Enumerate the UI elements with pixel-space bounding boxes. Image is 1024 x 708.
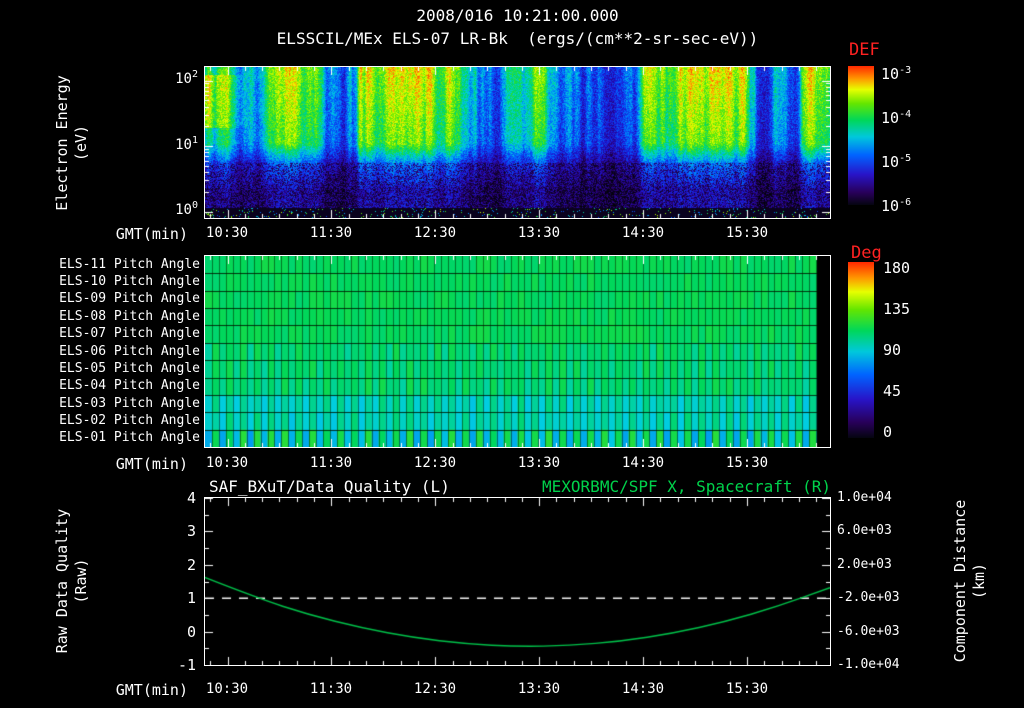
right-y-tick: 6.0e+03: [837, 523, 892, 538]
deg-tick: 135: [883, 300, 911, 318]
pitch-row-label: ELS-07 Pitch Angle: [59, 326, 200, 341]
pitch-angle-canvas: [205, 256, 830, 447]
deg-tick: 0: [883, 423, 893, 441]
x-tick: 10:30: [205, 681, 249, 697]
tick-base: 10: [175, 71, 192, 87]
tick-base: 10: [881, 197, 900, 215]
x-tick: 15:30: [725, 225, 769, 241]
pitch-row-label: ELS-03 Pitch Angle: [59, 396, 200, 411]
left-y-tick: 1: [186, 589, 196, 607]
pitch-row-label: ELS-06 Pitch Angle: [59, 344, 200, 359]
pitch-row-label: ELS-10 Pitch Angle: [59, 274, 200, 289]
deg-tick: 90: [883, 341, 902, 359]
tick-exp: -5: [899, 153, 912, 164]
cb-tick-1e-4: 10-4: [881, 109, 911, 127]
cb-tick-1e-6: 10-6: [881, 197, 911, 215]
x-tick: 15:30: [725, 455, 769, 471]
x-tick: 14:30: [621, 455, 665, 471]
right-y-tick: -2.0e+03: [837, 590, 900, 605]
left-y-tick: 2: [186, 556, 196, 574]
right-y-tick: 2.0e+03: [837, 557, 892, 572]
tick-exp: -6: [899, 197, 912, 208]
right-axis-label-line2: (km): [970, 562, 988, 600]
timeseries-right-axis-label: Component Distance (km): [951, 481, 989, 681]
x-tick: 12:30: [413, 455, 457, 471]
tick-base: 10: [881, 65, 900, 83]
time-axis-label: GMT(min): [115, 455, 188, 473]
deg-tick: 180: [883, 259, 911, 277]
pitch-row-label: ELS-09 Pitch Angle: [59, 291, 200, 306]
page-title-timestamp: 2008/016 10:21:00.000: [416, 6, 619, 25]
x-tick: 14:30: [621, 225, 665, 241]
left-y-tick: -1: [177, 656, 196, 674]
right-y-tick: 1.0e+04: [837, 490, 892, 505]
y-axis-label-line2: (eV): [72, 124, 90, 162]
pitch-row-label: ELS-04 Pitch Angle: [59, 378, 200, 393]
time-axis-label: GMT(min): [115, 225, 188, 243]
right-axis-label-line1: Component Distance: [951, 499, 969, 663]
x-tick: 12:30: [413, 225, 457, 241]
x-tick: 13:30: [517, 681, 561, 697]
def-colorbar: [848, 66, 874, 205]
tick-exp: -3: [899, 65, 912, 76]
electron-energy-spectrogram-canvas: [205, 67, 830, 218]
tick-exp: 2: [191, 69, 198, 80]
spectrogram-panel: [204, 66, 831, 219]
left-axis-label-line2: (Raw): [72, 558, 90, 604]
pitch-row-label: ELS-05 Pitch Angle: [59, 361, 200, 376]
y-axis-label-line1: Electron Energy: [53, 75, 71, 211]
x-tick: 12:30: [413, 681, 457, 697]
y-tick-1e1: 101: [150, 135, 198, 153]
pitch-row-label: ELS-02 Pitch Angle: [59, 413, 200, 428]
right-y-tick: -6.0e+03: [837, 624, 900, 639]
left-y-tick: 3: [186, 522, 196, 540]
cb-tick-1e-5: 10-5: [881, 153, 911, 171]
timeseries-title-left: SAF_BXuT/Data Quality (L): [209, 477, 450, 496]
page-title-instrument: ELSSCIL/MEx ELS-07 LR-Bk (ergs/(cm**2-sr…: [276, 29, 759, 48]
tick-base: 10: [881, 153, 900, 171]
y-tick-1e2: 102: [150, 69, 198, 87]
pitch-row-label: ELS-11 Pitch Angle: [59, 257, 200, 272]
tick-exp: 1: [191, 135, 198, 146]
deg-colorbar: [848, 262, 874, 438]
x-tick: 13:30: [517, 225, 561, 241]
deg-colorbar-title: Deg: [851, 243, 882, 263]
x-tick: 10:30: [205, 225, 249, 241]
tick-exp: -4: [899, 109, 912, 120]
left-y-tick: 4: [186, 489, 196, 507]
timeseries-panel: [204, 497, 831, 666]
pitch-row-label: ELS-01 Pitch Angle: [59, 430, 200, 445]
left-y-tick: 0: [186, 623, 196, 641]
timeseries-title-right: MEXORBMC/SPF X, Spacecraft (R): [542, 477, 831, 496]
deg-tick: 45: [883, 382, 902, 400]
x-tick: 13:30: [517, 455, 561, 471]
def-colorbar-title: DEF: [849, 40, 880, 60]
timeseries-left-axis-label: Raw Data Quality (Raw): [53, 481, 91, 681]
tick-exp: 0: [191, 200, 198, 211]
x-tick: 11:30: [309, 455, 353, 471]
tick-base: 10: [881, 109, 900, 127]
pitch-row-label: ELS-08 Pitch Angle: [59, 309, 200, 324]
timeseries-canvas: [205, 498, 830, 665]
x-tick: 15:30: [725, 681, 769, 697]
left-axis-label-line1: Raw Data Quality: [53, 508, 71, 654]
y-tick-1e0: 100: [150, 200, 198, 218]
x-tick: 14:30: [621, 681, 665, 697]
spectrogram-y-axis-label: Electron Energy (eV): [53, 58, 91, 228]
right-y-tick: -1.0e+04: [837, 657, 900, 672]
x-tick: 10:30: [205, 455, 249, 471]
tick-base: 10: [175, 202, 192, 218]
tick-base: 10: [175, 137, 192, 153]
pitch-angle-panel: [204, 255, 831, 448]
x-tick: 11:30: [309, 225, 353, 241]
els-data-display: 2008/016 10:21:00.000 ELSSCIL/MEx ELS-07…: [0, 0, 1024, 708]
x-tick: 11:30: [309, 681, 353, 697]
time-axis-label: GMT(min): [115, 681, 188, 699]
cb-tick-1e-3: 10-3: [881, 65, 911, 83]
